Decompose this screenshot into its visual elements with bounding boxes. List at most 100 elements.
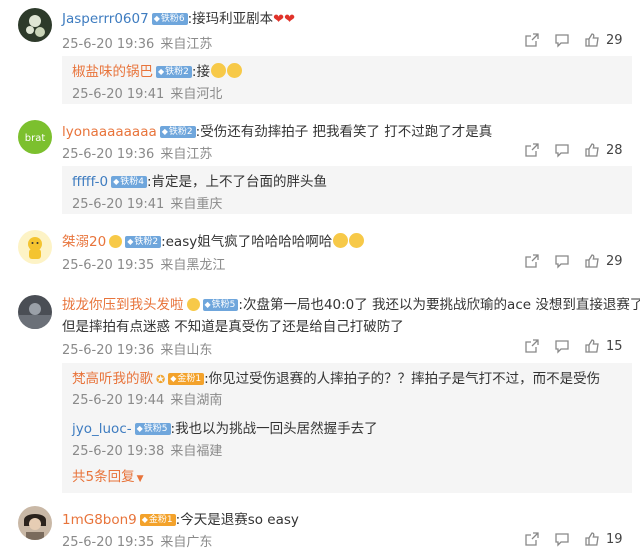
comment-item: 拢龙你压到我头发啦 ◆铁粉5:次盘第一局也40:0了 我还以为要挑战欣瑜的ace … [0, 287, 640, 497]
comment-actions: 29 [524, 32, 634, 50]
comment-icon[interactable] [554, 338, 570, 354]
fan-badge: ◆金粉1 [139, 514, 176, 526]
thumbs-up-icon[interactable] [584, 338, 600, 354]
reply-username[interactable]: jyo_luoc- [72, 421, 132, 437]
badge-icon: ◆ [127, 237, 134, 246]
badge-icon: ◆ [113, 177, 120, 186]
reply-item: 梵高听我的歌 ✪ ◆金粉1:你见过受伤退赛的人摔拍子的？？摔拍子是气打不过，而不是受… [72, 367, 600, 387]
badge-icon: ◆ [158, 67, 165, 76]
reply-username[interactable]: 梵高听我的歌 [72, 371, 153, 387]
comment-icon[interactable] [554, 253, 570, 269]
reply-meta: 25-6-20 19:38 来自福建 [72, 440, 222, 459]
comment-meta: 25-6-20 19:36 来自山东 [62, 339, 212, 358]
comment-actions: 15 [524, 338, 634, 356]
heart-icon: ❤ [273, 12, 285, 27]
share-icon[interactable] [524, 142, 540, 158]
reply-meta: 25-6-20 19:41 来自河北 [72, 83, 222, 102]
reply-time: 25-6-20 19:38 [72, 444, 165, 459]
reply-username[interactable]: 椒盐味的锅巴 [72, 64, 153, 80]
comment-meta: 25-6-20 19:36 来自江苏 [62, 33, 212, 52]
reply-meta: 25-6-20 19:44 来自湖南 [72, 389, 222, 408]
reply-location: 来自河北 [170, 87, 223, 102]
comment-time: 25-6-20 19:36 [62, 343, 155, 358]
reply-item: fffff-0 ◆铁粉4:肯定是，上不了台面的胖头鱼 [72, 170, 327, 190]
fan-badge-text: 铁粉6 [160, 14, 185, 24]
avatar[interactable] [18, 230, 52, 264]
comment-time: 25-6-20 19:36 [62, 147, 155, 162]
thumbs-up-icon[interactable] [584, 32, 600, 48]
reply-item: jyo_luoc- ◆铁粉5:我也以为挑战一回头居然握手去了 [72, 417, 378, 437]
comment-actions: 29 [524, 253, 634, 271]
reply-username[interactable]: fffff-0 [72, 174, 108, 190]
comment-location: 来自黑龙江 [160, 258, 226, 273]
badge-icon: ◆ [153, 14, 160, 23]
share-icon[interactable] [524, 253, 540, 269]
username-text[interactable]: lyonaaaaaaaa [62, 124, 157, 140]
fan-badge-text: 铁粉2 [165, 67, 189, 77]
badge-icon: ◆ [170, 374, 177, 383]
reply-time: 25-6-20 19:41 [72, 87, 165, 102]
comment-meta: 25-6-20 19:35 来自黑龙江 [62, 254, 225, 273]
reply-meta: 25-6-20 19:41 来自重庆 [72, 193, 222, 212]
share-icon[interactable] [524, 32, 540, 48]
heart-icon: ❤ [284, 12, 295, 27]
username-text[interactable]: 桀溺20 [62, 234, 106, 250]
username[interactable]: Jasperrr0607 ◆铁粉6:接玛利亚剧本❤❤ [62, 7, 295, 27]
comment-icon[interactable] [554, 32, 570, 48]
reply-text: :接 [191, 64, 210, 80]
like-count: 15 [606, 339, 623, 354]
avatar[interactable] [18, 8, 52, 42]
thumbs-up-icon[interactable] [584, 253, 600, 269]
fan-badge-text: 铁粉5 [211, 300, 236, 310]
more-replies-label[interactable]: 共5条回复 [72, 469, 135, 485]
emoji-icon [333, 233, 349, 248]
fan-badge: ◆铁粉2 [159, 126, 196, 138]
comment-text: :次盘第一局也40:0了 我还以为要挑战欣瑜的ace 没想到直接退赛了 [238, 297, 640, 313]
fan-badge-text: 铁粉5 [143, 424, 168, 434]
thumbs-up-icon[interactable] [584, 142, 600, 158]
comment-location: 来自江苏 [160, 37, 213, 52]
verified-icon: ✪ [156, 372, 166, 386]
fan-badge: ◆铁粉6 [151, 13, 188, 25]
username[interactable]: 桀溺20 ◆铁粉2:easy姐气疯了哈哈哈哈啊哈 [62, 230, 365, 250]
caret-down-icon: ▼ [136, 474, 144, 484]
svg-text:brat: brat [25, 133, 46, 144]
comment-text: :easy姐气疯了哈哈哈哈啊哈 [161, 234, 333, 250]
comment-text: :受伤还有劲摔拍子 把我看笑了 打不过跑了才是真 [195, 124, 493, 140]
username[interactable]: 拢龙你压到我头发啦 ◆铁粉5:次盘第一局也40:0了 我还以为要挑战欣瑜的ace … [62, 293, 640, 313]
comment-icon[interactable] [554, 531, 570, 547]
username[interactable]: lyonaaaaaaaa ◆铁粉2:受伤还有劲摔拍子 把我看笑了 打不过跑了才是真 [62, 120, 492, 140]
fan-badge-text: 铁粉4 [120, 177, 144, 187]
comment-actions: 19 [524, 531, 634, 549]
emoji-icon [186, 298, 200, 311]
emoji-icon [226, 63, 242, 78]
username-text[interactable]: Jasperrr0607 [62, 11, 149, 27]
reply-box: 梵高听我的歌 ✪ ◆金粉1:你见过受伤退赛的人摔拍子的？？摔拍子是气打不过，而不是受… [62, 363, 632, 493]
reply-box: 椒盐味的锅巴 ◆铁粉2:接 25-6-20 19:41 来自河北 [62, 56, 632, 104]
username-text[interactable]: 拢龙你压到我头发啦 [62, 297, 184, 313]
avatar[interactable] [18, 506, 52, 540]
comment-item: 桀溺20 ◆铁粉2:easy姐气疯了哈哈哈哈啊哈 25-6-20 19:35 来自黑… [0, 222, 640, 284]
emoji-icon [210, 63, 226, 78]
avatar[interactable]: brat [18, 120, 52, 154]
badge-icon: ◆ [204, 300, 211, 309]
more-replies-link[interactable]: 共5条回复 ▼ [72, 465, 144, 485]
fan-badge-text: 铁粉2 [134, 237, 159, 247]
fan-badge: ◆铁粉5 [134, 423, 171, 435]
share-icon[interactable] [524, 338, 540, 354]
thumbs-up-icon[interactable] [584, 531, 600, 547]
fan-badge: ◆金粉1 [168, 373, 205, 385]
username-text[interactable]: 1mG8bon9 [62, 512, 137, 528]
emoji-icon [109, 235, 123, 248]
username[interactable]: 1mG8bon9 ◆金粉1:今天是退赛so easy [62, 508, 299, 528]
emoji-icon [349, 233, 365, 248]
fan-badge: ◆铁粉2 [125, 236, 162, 248]
comment-text: 但是摔拍有点迷惑 不知道是真受伤了还是给自己打破防了 [62, 319, 404, 335]
comment-text: :今天是退赛so easy [175, 512, 299, 528]
comment-icon[interactable] [554, 142, 570, 158]
reply-location: 来自湖南 [170, 393, 223, 408]
avatar[interactable] [18, 295, 52, 329]
share-icon[interactable] [524, 531, 540, 547]
comment-actions: 28 [524, 142, 634, 160]
reply-text: :肯定是，上不了台面的胖头鱼 [146, 174, 328, 190]
